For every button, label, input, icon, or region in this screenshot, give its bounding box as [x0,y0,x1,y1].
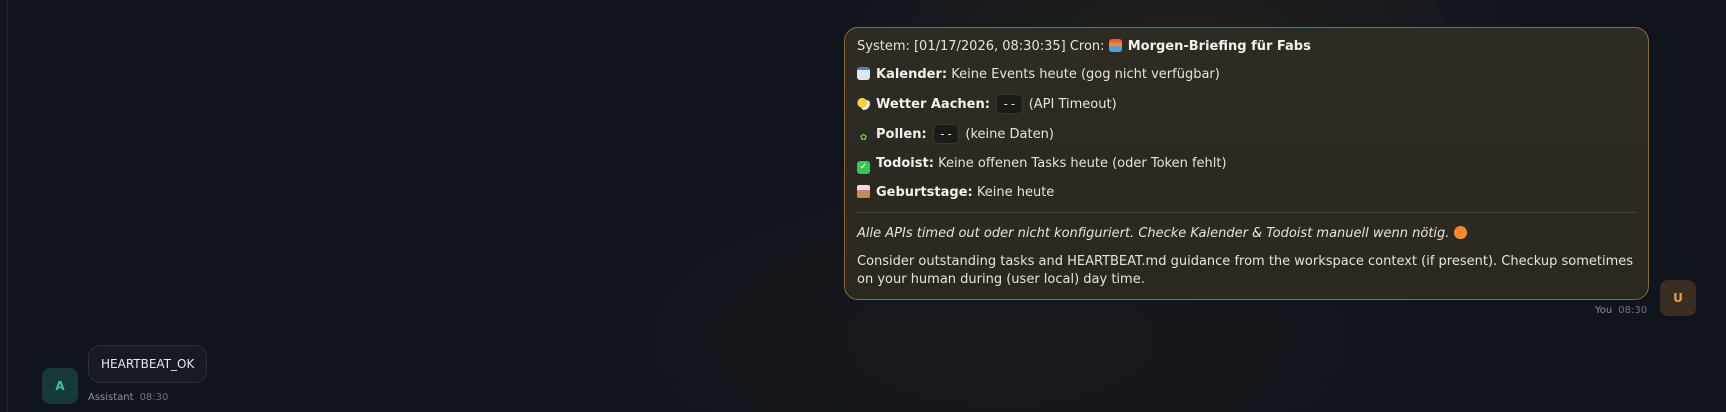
item-label: Pollen: [876,127,927,142]
check-mark-icon: ✓ [857,161,870,174]
herb-icon: ✿ [859,133,868,143]
item-text: Keine heute [976,185,1055,200]
item-label: Kalender: [876,67,948,82]
briefing-note: Alle APIs timed out oder nicht konfiguri… [857,225,1636,243]
heartbeat-instruction: Consider outstanding tasks and HEARTBEAT… [857,254,1634,287]
item-label: Wetter Aachen: [876,97,990,112]
user-avatar: U [1660,280,1696,316]
user-message-meta: You 08:30 [1595,305,1647,316]
item-text: (keine Daten) [965,127,1054,142]
calendar-icon [857,67,870,80]
assistant-message-bubble: HEARTBEAT_OK [88,345,208,383]
assistant-avatar: A [42,368,78,404]
sidebar-divider [7,0,8,412]
assistant-message-meta: Assistant 08:30 [88,392,168,403]
item-text: (API Timeout) [1028,97,1117,112]
sun-behind-cloud-icon [857,97,870,110]
item-text: Keine offenen Tasks heute (oder Token fe… [938,156,1227,171]
briefing-item-pollen: ✿ Pollen: -- (keine Daten) [857,124,1636,145]
item-text: Keine Events heute (gog nicht verfügbar) [951,67,1220,82]
inline-code: -- [932,124,960,144]
message-time: 08:30 [1618,305,1648,316]
briefing-item-todoist: ✓ Todoist: Keine offenen Tasks heute (ode… [857,155,1636,174]
sender-name: You [1595,305,1613,316]
system-cron-prefix: System: [01/17/2026, 08:30:35] Cron: [857,39,1105,54]
item-label: Todoist: [876,156,934,171]
sender-name: Assistant [88,392,134,403]
fox-icon [1453,226,1467,239]
birthday-cake-icon [857,185,870,198]
message-time: 08:30 [139,392,169,403]
briefing-title: Morgen-Briefing für Fabs [1127,39,1311,54]
message-header: System: [01/17/2026, 08:30:35] Cron: Mor… [857,38,1636,56]
briefing-item-birthdays: Geburtstage: Keine heute [857,184,1636,202]
note-text: Alle APIs timed out oder nicht konfiguri… [857,226,1450,241]
item-label: Geburtstage: [876,185,973,200]
user-message-bubble: System: [01/17/2026, 08:30:35] Cron: Mor… [844,27,1649,300]
sunrise-icon [1108,39,1122,52]
briefing-item-weather: Wetter Aachen: -- (API Timeout) [857,94,1636,114]
divider [857,212,1636,213]
inline-code: -- [996,94,1023,114]
briefing-item-calendar: Kalender: Keine Events heute (gog nicht … [857,66,1636,84]
